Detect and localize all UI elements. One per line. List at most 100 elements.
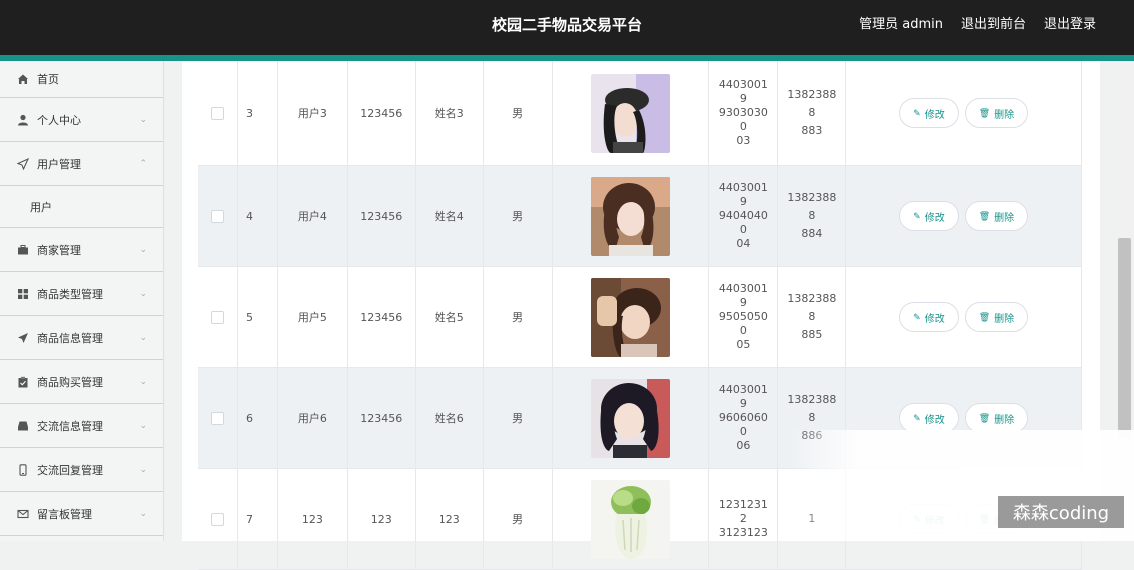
chevron-down-icon: ⌄ (139, 332, 147, 343)
sidebar: 首页 个人中心 ⌄ 用户管理 ⌃ 用户 商家管理 ⌄ 商品类型管理 ⌄ 商品信息… (0, 61, 164, 541)
sidebar-item-goods-info[interactable]: 商品信息管理 ⌄ (0, 316, 163, 360)
row-checkbox[interactable] (210, 512, 224, 526)
phone-line: 884 (801, 227, 823, 240)
password-cell: 123 (348, 469, 416, 569)
chevron-down-icon: ⌄ (139, 508, 147, 519)
id-card-line: 3123123 (718, 526, 768, 539)
id-card-line: 94040400 (718, 209, 768, 236)
name-cell: 123 (416, 469, 484, 569)
row-index: 7 (238, 469, 278, 569)
chevron-down-icon: ⌄ (139, 244, 147, 255)
account-cell: 123 (278, 469, 348, 569)
delete-label: 删除 (994, 109, 1015, 121)
sidebar-item-label: 交流信息管理 (37, 419, 103, 433)
user-photo (591, 479, 671, 559)
table-row: 5 用户5 123456 姓名5 男 44030019 95050500 05 … (198, 267, 1083, 368)
row-checkbox[interactable] (210, 106, 224, 120)
id-card-line: 95050500 (718, 310, 768, 337)
edit-label: 修改 (924, 109, 945, 121)
edit-icon: ✎ (913, 412, 921, 423)
sidebar-item-label: 交流回复管理 (37, 463, 103, 477)
sidebar-subitem-user[interactable]: 用户 (0, 186, 163, 228)
edit-label: 修改 (924, 313, 945, 325)
sidebar-item-exchange-reply[interactable]: 交流回复管理 ⌄ (0, 448, 163, 492)
top-bar: 校园二手物品交易平台 管理员 admin 退出到前台 退出登录 (0, 0, 1134, 55)
trash-icon: 🗑 (978, 412, 991, 423)
sidebar-item-goods-type[interactable]: 商品类型管理 ⌄ (0, 272, 163, 316)
delete-button[interactable]: 🗑删除 (964, 98, 1029, 128)
sidebar-item-label: 商品类型管理 (37, 287, 103, 301)
sex-cell: 男 (484, 469, 553, 569)
row-index: 5 (238, 267, 278, 367)
sidebar-item-label: 个人中心 (37, 113, 81, 127)
chevron-down-icon: ⌄ (139, 464, 147, 475)
top-right-nav: 管理员 admin 退出到前台 退出登录 (859, 0, 1096, 50)
account-cell: 用户6 (278, 368, 348, 468)
sidebar-item-exchange-info[interactable]: 交流信息管理 ⌄ (0, 404, 163, 448)
edit-label: 修改 (924, 414, 945, 426)
admin-label: 管理员 admin (859, 17, 943, 32)
sidebar-item-label: 用户管理 (37, 157, 81, 171)
id-card-line: 06 (736, 439, 751, 452)
row-checkbox[interactable] (210, 310, 224, 324)
sidebar-item-home[interactable]: 首页 (0, 61, 163, 98)
edit-label: 修改 (924, 212, 945, 224)
sidebar-item-message-board[interactable]: 留言板管理 ⌄ (0, 492, 163, 536)
edit-button[interactable]: ✎修改 (899, 403, 959, 433)
chevron-down-icon: ⌄ (139, 420, 147, 431)
delete-button[interactable]: 🗑删除 (964, 403, 1029, 433)
sidebar-item-label: 商家管理 (37, 243, 81, 257)
user-photo (591, 378, 671, 458)
id-card-line: 44030019 (718, 78, 768, 105)
phone-icon (16, 463, 29, 476)
sidebar-item-goods-purchase[interactable]: 商品购买管理 ⌄ (0, 360, 163, 404)
password-cell: 123456 (348, 267, 416, 367)
account-cell: 用户3 (278, 61, 348, 165)
password-cell: 123456 (348, 61, 416, 165)
id-card-line: 44030019 (718, 383, 768, 410)
chevron-down-icon: ⌄ (139, 114, 147, 125)
chevron-up-icon: ⌃ (139, 158, 147, 169)
chevron-down-icon: ⌄ (139, 288, 147, 299)
row-index: 6 (238, 368, 278, 468)
delete-label: 删除 (994, 313, 1015, 325)
front-link[interactable]: 退出到前台 (961, 0, 1026, 50)
sidebar-item-label: 首页 (37, 73, 59, 86)
row-index: 3 (238, 61, 278, 165)
edit-button[interactable]: ✎修改 (899, 302, 959, 332)
sidebar-item-label: 商品购买管理 (37, 375, 103, 389)
account-cell: 用户4 (278, 166, 348, 266)
sidebar-subitem-label: 用户 (30, 200, 52, 214)
sidebar-item-profile[interactable]: 个人中心 ⌄ (0, 98, 163, 142)
edit-icon: ✎ (913, 311, 921, 322)
row-checkbox[interactable] (210, 411, 224, 425)
phone-line: 13823888 (787, 191, 837, 222)
sex-cell: 男 (484, 267, 553, 367)
edit-button[interactable]: ✎修改 (899, 98, 959, 128)
scrollbar-thumb[interactable] (1118, 238, 1131, 438)
name-cell: 姓名6 (416, 368, 484, 468)
user-photo (591, 73, 671, 153)
phone-line: 13823888 (787, 88, 837, 119)
sex-cell: 男 (484, 166, 553, 266)
password-cell: 123456 (348, 166, 416, 266)
sidebar-item-merchant[interactable]: 商家管理 ⌄ (0, 228, 163, 272)
clipboard-icon (16, 375, 29, 388)
edit-icon: ✎ (913, 107, 921, 118)
trash-icon: 🗑 (978, 311, 991, 322)
row-checkbox[interactable] (210, 209, 224, 223)
sex-cell: 男 (484, 368, 553, 468)
phone-line: 13823888 (787, 292, 837, 323)
sidebar-item-label: 留言板管理 (37, 507, 92, 521)
user-photo (591, 277, 671, 357)
send-icon (16, 157, 29, 170)
edit-button[interactable]: ✎修改 (899, 201, 959, 231)
sex-cell: 男 (484, 61, 553, 165)
logout-link[interactable]: 退出登录 (1044, 0, 1096, 50)
tray-icon (16, 419, 29, 432)
id-card-line: 05 (736, 338, 751, 351)
delete-button[interactable]: 🗑删除 (964, 302, 1029, 332)
delete-button[interactable]: 🗑删除 (964, 201, 1029, 231)
sidebar-item-user-management[interactable]: 用户管理 ⌃ (0, 142, 163, 186)
table-row: 3 用户3 123456 姓名3 男 44030019 93030300 03 … (198, 61, 1083, 166)
